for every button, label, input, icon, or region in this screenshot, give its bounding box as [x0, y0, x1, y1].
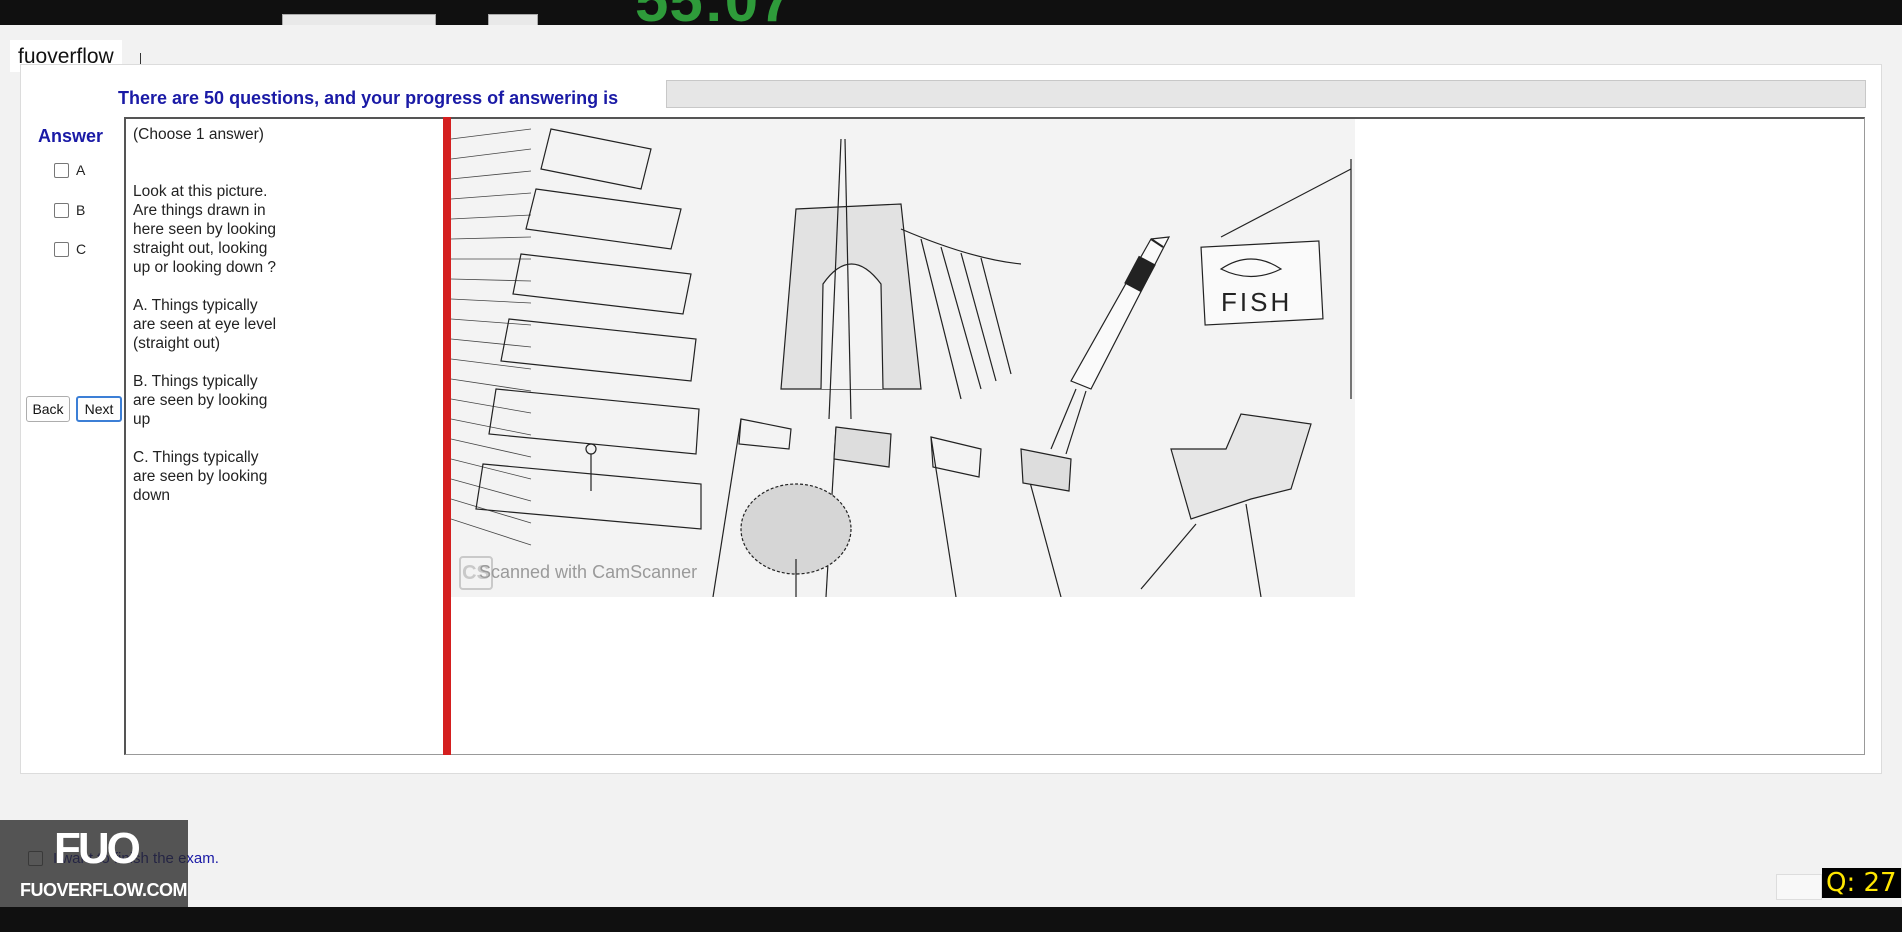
option-c-label: C: [76, 241, 87, 257]
choice-a-text: A. Things typically are seen at eye leve…: [133, 297, 277, 352]
question-counter: Q: 27: [1822, 868, 1901, 898]
logo-text: FUOVERFLOW.COM: [20, 880, 188, 900]
question-picture: FISH CS Scanned with CamScanner: [451, 119, 1355, 597]
back-button[interactable]: Back: [26, 396, 70, 422]
logo-mark: FUO: [54, 824, 141, 873]
choice-c-text: C. Things typically are seen by looking …: [133, 449, 268, 504]
option-a[interactable]: A: [54, 162, 85, 178]
exam-timer: 55:07: [635, 0, 793, 25]
option-c-checkbox[interactable]: [54, 241, 69, 257]
scan-watermark: Scanned with CamScanner: [479, 562, 698, 582]
option-c[interactable]: C: [54, 241, 86, 257]
footer-field: [1776, 874, 1822, 900]
question-instruction: (Choose 1 answer): [133, 126, 264, 143]
question-text-pane: (Choose 1 answer) Look at this picture. …: [133, 125, 293, 524]
fish-sign-text: FISH: [1221, 287, 1292, 317]
choice-b-text: B. Things typically are seen by looking …: [133, 373, 268, 428]
top-black-bar: 55:07: [0, 0, 1902, 25]
option-b-checkbox[interactable]: [54, 202, 69, 218]
top-field: [282, 14, 436, 25]
option-b-label: B: [76, 202, 86, 218]
fuoverflow-logo: FUO FUOVERFLOW.COM: [0, 820, 188, 908]
option-a-label: A: [76, 162, 86, 178]
option-a-checkbox[interactable]: [54, 162, 69, 178]
progress-bar: [666, 80, 1866, 108]
question-prompt: Look at this picture. Are things drawn i…: [133, 183, 277, 276]
progress-label: There are 50 questions, and your progres…: [118, 88, 619, 108]
perspective-sketch: FISH: [451, 128, 1352, 597]
top-field-small: [488, 14, 538, 25]
next-button[interactable]: Next: [76, 396, 122, 422]
answer-heading: Answer: [38, 126, 104, 146]
option-b[interactable]: B: [54, 202, 85, 218]
bottom-black-bar: [0, 907, 1902, 932]
pane-splitter[interactable]: [443, 117, 451, 755]
